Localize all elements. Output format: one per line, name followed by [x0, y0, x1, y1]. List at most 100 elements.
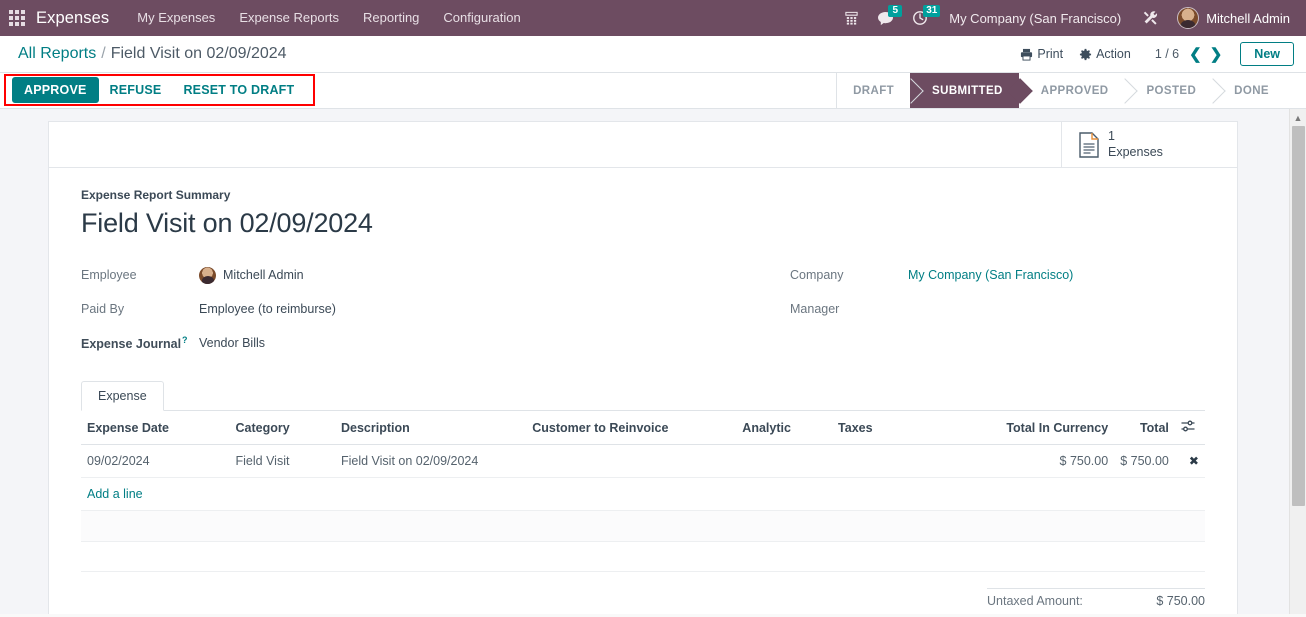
field-paid-by-value[interactable]: Employee (to reimburse)	[199, 302, 336, 316]
action-label: Action	[1096, 47, 1131, 61]
col-total-in-currency[interactable]: Total In Currency	[949, 411, 1115, 445]
approve-button[interactable]: APPROVE	[12, 77, 99, 103]
add-a-line-button[interactable]: Add a line	[81, 478, 1205, 511]
delete-row-button[interactable]: ✖	[1174, 444, 1205, 478]
col-total[interactable]: Total	[1114, 411, 1175, 445]
menu-reporting[interactable]: Reporting	[351, 0, 431, 36]
vertical-scrollbar[interactable]: ▲ ▼	[1289, 109, 1306, 614]
form-subtitle: Expense Report Summary	[81, 188, 231, 202]
column-options-icon	[1181, 420, 1195, 435]
scroll-up-button[interactable]: ▲	[1290, 109, 1306, 126]
help-tooltip-icon[interactable]: ?	[182, 335, 188, 345]
fields-column-right: Company My Company (San Francisco) Manag…	[643, 261, 1205, 363]
col-taxes[interactable]: Taxes	[832, 411, 950, 445]
pager-next-button[interactable]: ❯	[1206, 45, 1227, 63]
stage-approved[interactable]: APPROVED	[1018, 73, 1125, 108]
cell-total-in-currency[interactable]: $ 750.00	[949, 444, 1115, 478]
employee-avatar	[199, 266, 216, 284]
print-button[interactable]: Print	[1012, 43, 1071, 65]
add-line-row: Add a line	[81, 478, 1205, 511]
messages-badge: 5	[888, 5, 903, 17]
activities-button[interactable]: 31	[903, 0, 941, 36]
employee-name: Mitchell Admin	[223, 268, 304, 282]
top-navbar: Expenses My Expenses Expense Reports Rep…	[0, 0, 1306, 36]
new-button[interactable]: New	[1240, 42, 1294, 66]
field-manager: Manager	[790, 295, 1205, 323]
tab-expense[interactable]: Expense	[81, 381, 164, 411]
scrollbar-thumb[interactable]	[1292, 126, 1305, 506]
menu-configuration[interactable]: Configuration	[431, 0, 532, 36]
expenses-label: Expenses	[1108, 144, 1163, 159]
cell-expense-date[interactable]: 09/02/2024	[81, 444, 230, 478]
printer-icon	[1021, 48, 1033, 61]
gear-icon	[1079, 48, 1092, 60]
dialpad-icon	[845, 11, 858, 25]
col-expense-date[interactable]: Expense Date	[81, 411, 230, 445]
pager-value[interactable]: 1 / 6	[1139, 47, 1185, 61]
cell-analytic[interactable]	[736, 444, 833, 478]
status-pipeline: DRAFT SUBMITTED APPROVED POSTED DONE	[836, 73, 1285, 108]
menu-my-expenses[interactable]: My Expenses	[125, 0, 227, 36]
navbar-right-section: 5 31 My Company (San Francisco) Mitchell…	[835, 0, 1296, 36]
reset-to-draft-button[interactable]: RESET TO DRAFT	[172, 78, 305, 102]
col-analytic[interactable]: Analytic	[736, 411, 833, 445]
action-button[interactable]: Action	[1071, 43, 1139, 65]
total-untaxed-amount: Untaxed Amount: $ 750.00	[987, 587, 1205, 613]
field-employee-value[interactable]: Mitchell Admin	[199, 266, 304, 284]
field-employee-label: Employee	[81, 268, 137, 282]
expense-lines-body: 09/02/2024 Field Visit Field Visit on 02…	[81, 444, 1205, 572]
fields-column-left: Employee Mitchell Admin Paid By Employee…	[81, 261, 643, 363]
form-sheet: 1 Expenses Expense Report Summary Field …	[48, 121, 1238, 614]
expenses-smart-button[interactable]: 1 Expenses	[1061, 122, 1237, 167]
field-expense-journal: Expense Journal? Vendor Bills	[81, 329, 643, 357]
smart-button-bar: 1 Expenses	[49, 122, 1237, 168]
field-company: Company My Company (San Francisco)	[790, 261, 1205, 289]
breadcrumb-current: Field Visit on 02/09/2024	[110, 45, 287, 62]
field-expense-journal-value[interactable]: Vendor Bills	[199, 336, 265, 350]
user-menu[interactable]: Mitchell Admin	[1169, 7, 1296, 29]
field-employee: Employee Mitchell Admin	[81, 261, 643, 289]
page-title[interactable]: Field Visit on 02/09/2024	[81, 208, 1205, 239]
statusbar: APPROVE REFUSE RESET TO DRAFT DRAFT SUBM…	[0, 73, 1306, 109]
document-icon	[1078, 131, 1100, 158]
col-description[interactable]: Description	[334, 411, 527, 445]
apps-menu-button[interactable]	[0, 0, 34, 36]
dialpad-button[interactable]	[835, 0, 868, 36]
expense-lines-table: Expense Date Category Description Custom…	[81, 411, 1205, 572]
table-row[interactable]: 09/02/2024 Field Visit Field Visit on 02…	[81, 444, 1205, 478]
tools-icon	[1143, 11, 1158, 25]
pager-previous-button[interactable]: ❮	[1185, 45, 1206, 63]
user-name: Mitchell Admin	[1206, 10, 1290, 26]
field-expense-journal-label: Expense Journal?	[81, 335, 199, 351]
cell-category[interactable]: Field Visit	[229, 444, 335, 478]
stage-submitted[interactable]: SUBMITTED	[910, 73, 1019, 108]
table-header-row: Expense Date Category Description Custom…	[81, 411, 1205, 445]
col-category[interactable]: Category	[229, 411, 335, 445]
untaxed-amount-value: $ 750.00	[1156, 593, 1205, 608]
cell-customer-to-reinvoice[interactable]	[526, 444, 737, 478]
field-paid-by-label: Paid By	[81, 302, 125, 316]
field-company-value[interactable]: My Company (San Francisco)	[908, 268, 1073, 282]
sheet-body: Expense Report Summary Field Visit on 02…	[49, 168, 1237, 614]
expenses-count: 1	[1108, 128, 1115, 143]
menu-expense-reports[interactable]: Expense Reports	[227, 0, 351, 36]
expense-journal-label-text: Expense Journal	[81, 337, 182, 352]
column-options-button[interactable]	[1174, 411, 1205, 445]
control-panel-actions: Print Action 1 / 6 ❮ ❯ New	[1012, 42, 1294, 66]
notebook: Expense Expense Date Category Descriptio…	[81, 381, 1205, 614]
refuse-button[interactable]: REFUSE	[99, 78, 173, 102]
stage-draft[interactable]: DRAFT	[837, 73, 911, 108]
breadcrumb-all-reports[interactable]: All Reports	[18, 45, 96, 63]
app-brand-expenses[interactable]: Expenses	[34, 9, 125, 28]
cell-taxes[interactable]	[832, 444, 950, 478]
workflow-buttons-highlight: APPROVE REFUSE RESET TO DRAFT	[4, 74, 316, 106]
activities-badge: 31	[923, 5, 941, 17]
developer-tools-button[interactable]	[1133, 0, 1169, 36]
company-switcher[interactable]: My Company (San Francisco)	[937, 11, 1133, 26]
cell-total[interactable]: $ 750.00	[1114, 444, 1175, 478]
col-customer-to-reinvoice[interactable]: Customer to Reinvoice	[526, 411, 737, 445]
cell-description[interactable]: Field Visit on 02/09/2024	[334, 444, 527, 478]
print-label: Print	[1037, 47, 1064, 61]
messages-button[interactable]: 5	[868, 0, 903, 36]
fields-grid: Employee Mitchell Admin Paid By Employee…	[81, 261, 1205, 363]
